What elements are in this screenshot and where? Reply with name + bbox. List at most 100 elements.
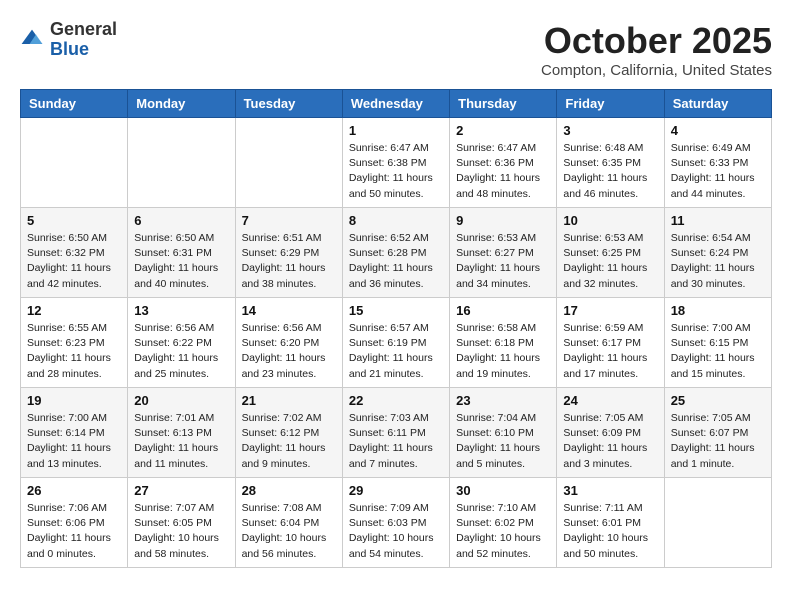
day-info: Sunrise: 6:52 AM Sunset: 6:28 PM Dayligh… [349, 231, 443, 292]
calendar-cell: 29Sunrise: 7:09 AM Sunset: 6:03 PM Dayli… [342, 478, 449, 568]
day-number: 4 [671, 123, 765, 138]
day-number: 21 [242, 393, 336, 408]
calendar-week-row: 1 Sunrise: 6:47 AM Sunset: 6:38 PM Daylig… [21, 118, 772, 208]
calendar-cell [664, 478, 771, 568]
day-info: Sunrise: 6:49 AM Sunset: 6:33 PM Dayligh… [671, 141, 765, 202]
calendar-cell: 24 Sunrise: 7:05 AM Sunset: 6:09 PM Dayli… [557, 388, 664, 478]
day-number: 8 [349, 213, 443, 228]
day-info: Sunrise: 7:00 AM Sunset: 6:15 PM Dayligh… [671, 321, 765, 382]
calendar-cell: 3Sunrise: 6:48 AM Sunset: 6:35 PM Daylig… [557, 118, 664, 208]
calendar-cell: 14 Sunrise: 6:56 AM Sunset: 6:20 PM Dayli… [235, 298, 342, 388]
calendar-cell: 25 Sunrise: 7:05 AM Sunset: 6:07 PM Dayli… [664, 388, 771, 478]
day-number: 27 [134, 483, 228, 498]
month-title: October 2025 [541, 20, 772, 62]
calendar-cell [235, 118, 342, 208]
day-info: Sunrise: 6:53 AM Sunset: 6:27 PM Dayligh… [456, 231, 550, 292]
day-number: 14 [242, 303, 336, 318]
weekday-header: Monday [128, 90, 235, 118]
calendar-cell: 18 Sunrise: 7:00 AM Sunset: 6:15 PM Dayli… [664, 298, 771, 388]
calendar-cell: 2 Sunrise: 6:47 AM Sunset: 6:36 PM Daylig… [450, 118, 557, 208]
day-info: Sunrise: 6:59 AM Sunset: 6:17 PM Dayligh… [563, 321, 657, 382]
day-number: 24 [563, 393, 657, 408]
calendar-cell: 28Sunrise: 7:08 AM Sunset: 6:04 PM Dayli… [235, 478, 342, 568]
day-number: 6 [134, 213, 228, 228]
calendar-cell: 7Sunrise: 6:51 AM Sunset: 6:29 PM Daylig… [235, 208, 342, 298]
day-info: Sunrise: 7:05 AM Sunset: 6:07 PM Dayligh… [671, 411, 765, 472]
logo-icon [20, 28, 44, 52]
day-info: Sunrise: 6:58 AM Sunset: 6:18 PM Dayligh… [456, 321, 550, 382]
day-info: Sunrise: 7:07 AM Sunset: 6:05 PM Dayligh… [134, 501, 228, 562]
calendar-cell: 30 Sunrise: 7:10 AM Sunset: 6:02 PM Dayli… [450, 478, 557, 568]
calendar-cell: 1 Sunrise: 6:47 AM Sunset: 6:38 PM Daylig… [342, 118, 449, 208]
day-info: Sunrise: 6:47 AM Sunset: 6:38 PM Dayligh… [349, 141, 443, 202]
calendar-cell [128, 118, 235, 208]
day-number: 12 [27, 303, 121, 318]
day-info: Sunrise: 6:56 AM Sunset: 6:22 PM Dayligh… [134, 321, 228, 382]
day-number: 30 [456, 483, 550, 498]
day-number: 25 [671, 393, 765, 408]
day-number: 10 [563, 213, 657, 228]
weekday-header: Saturday [664, 90, 771, 118]
logo: General Blue [20, 20, 117, 60]
calendar-cell: 12 Sunrise: 6:55 AM Sunset: 6:23 PM Dayli… [21, 298, 128, 388]
day-info: Sunrise: 6:55 AM Sunset: 6:23 PM Dayligh… [27, 321, 121, 382]
day-number: 1 [349, 123, 443, 138]
calendar-cell: 15 Sunrise: 6:57 AM Sunset: 6:19 PM Dayli… [342, 298, 449, 388]
calendar-cell: 9 Sunrise: 6:53 AM Sunset: 6:27 PM Daylig… [450, 208, 557, 298]
day-number: 9 [456, 213, 550, 228]
day-number: 15 [349, 303, 443, 318]
calendar-week-row: 5 Sunrise: 6:50 AM Sunset: 6:32 PM Daylig… [21, 208, 772, 298]
calendar-header-row: SundayMondayTuesdayWednesdayThursdayFrid… [21, 90, 772, 118]
day-info: Sunrise: 7:11 AM Sunset: 6:01 PM Dayligh… [563, 501, 657, 562]
day-number: 26 [27, 483, 121, 498]
day-number: 18 [671, 303, 765, 318]
day-info: Sunrise: 6:50 AM Sunset: 6:32 PM Dayligh… [27, 231, 121, 292]
day-info: Sunrise: 7:03 AM Sunset: 6:11 PM Dayligh… [349, 411, 443, 472]
day-number: 11 [671, 213, 765, 228]
weekday-header: Friday [557, 90, 664, 118]
day-info: Sunrise: 6:54 AM Sunset: 6:24 PM Dayligh… [671, 231, 765, 292]
calendar-cell: 19Sunrise: 7:00 AM Sunset: 6:14 PM Dayli… [21, 388, 128, 478]
location: Compton, California, United States [541, 62, 772, 79]
logo-text: General Blue [50, 20, 117, 60]
day-info: Sunrise: 6:48 AM Sunset: 6:35 PM Dayligh… [563, 141, 657, 202]
day-number: 23 [456, 393, 550, 408]
weekday-header: Wednesday [342, 90, 449, 118]
day-info: Sunrise: 7:05 AM Sunset: 6:09 PM Dayligh… [563, 411, 657, 472]
calendar-week-row: 26 Sunrise: 7:06 AM Sunset: 6:06 PM Dayli… [21, 478, 772, 568]
day-number: 31 [563, 483, 657, 498]
calendar-cell: 17Sunrise: 6:59 AM Sunset: 6:17 PM Dayli… [557, 298, 664, 388]
logo-blue: Blue [50, 40, 117, 60]
calendar-cell: 13Sunrise: 6:56 AM Sunset: 6:22 PM Dayli… [128, 298, 235, 388]
page-header: General Blue October 2025 Compton, Calif… [20, 20, 772, 79]
day-number: 5 [27, 213, 121, 228]
logo-general: General [50, 20, 117, 40]
weekday-header: Sunday [21, 90, 128, 118]
calendar-cell: 16 Sunrise: 6:58 AM Sunset: 6:18 PM Dayli… [450, 298, 557, 388]
day-info: Sunrise: 7:06 AM Sunset: 6:06 PM Dayligh… [27, 501, 121, 562]
day-number: 16 [456, 303, 550, 318]
calendar-cell: 26 Sunrise: 7:06 AM Sunset: 6:06 PM Dayli… [21, 478, 128, 568]
calendar-table: SundayMondayTuesdayWednesdayThursdayFrid… [20, 89, 772, 568]
day-number: 28 [242, 483, 336, 498]
calendar-cell: 31 Sunrise: 7:11 AM Sunset: 6:01 PM Dayli… [557, 478, 664, 568]
calendar-cell: 4 Sunrise: 6:49 AM Sunset: 6:33 PM Daylig… [664, 118, 771, 208]
day-number: 22 [349, 393, 443, 408]
day-info: Sunrise: 6:57 AM Sunset: 6:19 PM Dayligh… [349, 321, 443, 382]
calendar-cell: 22 Sunrise: 7:03 AM Sunset: 6:11 PM Dayli… [342, 388, 449, 478]
day-info: Sunrise: 7:02 AM Sunset: 6:12 PM Dayligh… [242, 411, 336, 472]
day-number: 7 [242, 213, 336, 228]
calendar-cell: 23 Sunrise: 7:04 AM Sunset: 6:10 PM Dayli… [450, 388, 557, 478]
day-number: 20 [134, 393, 228, 408]
calendar-week-row: 19Sunrise: 7:00 AM Sunset: 6:14 PM Dayli… [21, 388, 772, 478]
day-info: Sunrise: 7:04 AM Sunset: 6:10 PM Dayligh… [456, 411, 550, 472]
calendar-cell: 21 Sunrise: 7:02 AM Sunset: 6:12 PM Dayli… [235, 388, 342, 478]
calendar-cell: 10Sunrise: 6:53 AM Sunset: 6:25 PM Dayli… [557, 208, 664, 298]
day-info: Sunrise: 6:47 AM Sunset: 6:36 PM Dayligh… [456, 141, 550, 202]
day-info: Sunrise: 7:10 AM Sunset: 6:02 PM Dayligh… [456, 501, 550, 562]
calendar-cell: 11 Sunrise: 6:54 AM Sunset: 6:24 PM Dayli… [664, 208, 771, 298]
day-info: Sunrise: 7:09 AM Sunset: 6:03 PM Dayligh… [349, 501, 443, 562]
day-number: 2 [456, 123, 550, 138]
calendar-cell [21, 118, 128, 208]
day-info: Sunrise: 6:56 AM Sunset: 6:20 PM Dayligh… [242, 321, 336, 382]
